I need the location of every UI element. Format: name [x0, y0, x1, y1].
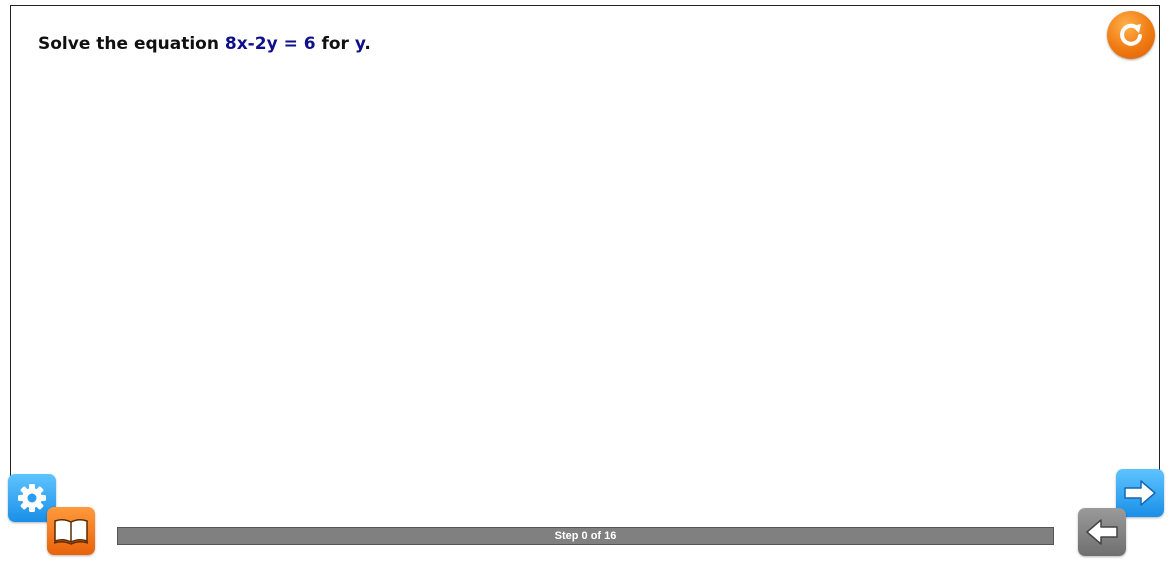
progress-label: Step 0 of 16 — [554, 530, 617, 542]
reset-button[interactable] — [1107, 11, 1155, 59]
problem-middle: for — [315, 34, 355, 54]
book-button[interactable] — [47, 507, 95, 555]
right-arrow-icon — [1124, 480, 1156, 506]
gear-icon — [18, 484, 46, 512]
previous-button[interactable] — [1078, 508, 1126, 556]
problem-equation: 8x-2y = 6 — [224, 34, 316, 54]
left-arrow-icon — [1086, 519, 1118, 545]
problem-panel: Solve the equation 8x-2y = 6 for y. — [10, 5, 1160, 515]
problem-statement: Solve the equation 8x-2y = 6 for y. — [38, 34, 371, 54]
progress-bar: Step 0 of 16 — [117, 527, 1054, 545]
refresh-icon — [1120, 23, 1142, 46]
open-book-icon — [53, 518, 89, 545]
tutorial-stage: Solve the equation 8x-2y = 6 for y. Step… — [0, 0, 1172, 561]
problem-variable: y — [354, 34, 365, 54]
problem-suffix: . — [364, 34, 371, 54]
problem-prefix: Solve the equation — [38, 34, 225, 54]
